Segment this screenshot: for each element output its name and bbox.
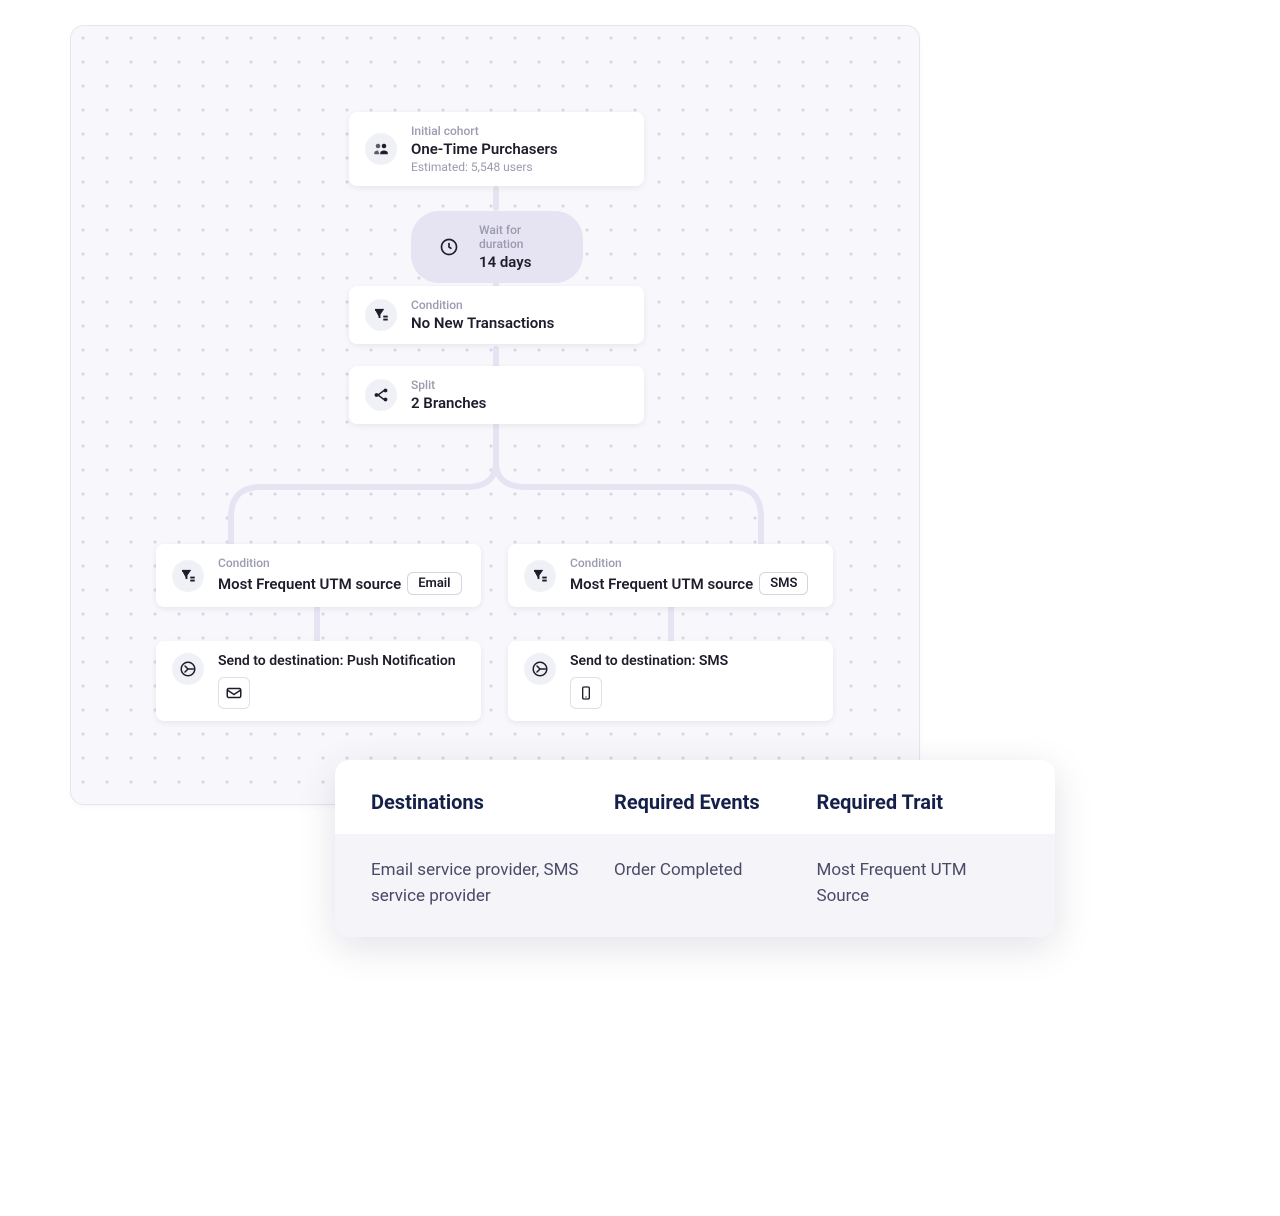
cell-events: Order Completed [614,858,817,909]
connector-line [493,186,499,211]
destination-node[interactable]: Send to destination: Push Notification [156,641,481,721]
filter-icon [524,560,556,592]
filter-icon [365,299,397,331]
header-trait: Required Trait [817,790,1020,834]
split-icon [365,379,397,411]
condition-title: No New Transactions [411,314,554,332]
condition-label: Condition [411,298,554,312]
branch-condition-node[interactable]: Condition Most Frequent UTM source SMS [508,544,833,607]
cell-trait: Most Frequent UTM Source [817,858,1020,909]
branch-condition-label: Condition [570,556,808,570]
mobile-icon [570,677,602,709]
branch-condition-label: Condition [218,556,462,570]
split-title: 2 Branches [411,394,486,412]
journey-canvas: Initial cohort One-Time Purchasers Estim… [70,25,920,805]
cohort-node[interactable]: Initial cohort One-Time Purchasers Estim… [349,112,644,186]
send-icon [524,653,556,685]
cell-destinations: Email service provider, SMS service prov… [371,858,614,909]
branch-condition-title: Most Frequent UTM source [570,575,753,593]
branch-condition-node[interactable]: Condition Most Frequent UTM source Email [156,544,481,607]
cohort-title: One-Time Purchasers [411,140,558,158]
header-destinations: Destinations [371,790,614,834]
wait-node[interactable]: Wait for duration 14 days [411,211,583,283]
summary-card: Destinations Required Events Required Tr… [335,760,1055,937]
send-icon [172,653,204,685]
utm-pill: Email [407,572,461,595]
header-events: Required Events [614,790,817,834]
branch-condition-title: Most Frequent UTM source [218,575,401,593]
email-icon [218,677,250,709]
destination-title: Send to destination: Push Notification [218,653,456,669]
split-label: Split [411,378,486,392]
clock-icon [433,231,465,263]
wait-value: 14 days [479,253,561,271]
condition-node[interactable]: Condition No New Transactions [349,286,644,344]
table-header-row: Destinations Required Events Required Tr… [335,790,1055,834]
destination-title: Send to destination: SMS [570,653,728,669]
utm-pill: SMS [759,572,808,595]
table-row: Email service provider, SMS service prov… [335,858,1055,909]
destination-node[interactable]: Send to destination: SMS [508,641,833,721]
filter-icon [172,560,204,592]
wait-label: Wait for duration [479,223,561,251]
users-icon [365,133,397,165]
split-node[interactable]: Split 2 Branches [349,366,644,424]
cohort-label: Initial cohort [411,124,558,138]
cohort-estimate: Estimated: 5,548 users [411,160,558,174]
split-connector [201,417,791,552]
